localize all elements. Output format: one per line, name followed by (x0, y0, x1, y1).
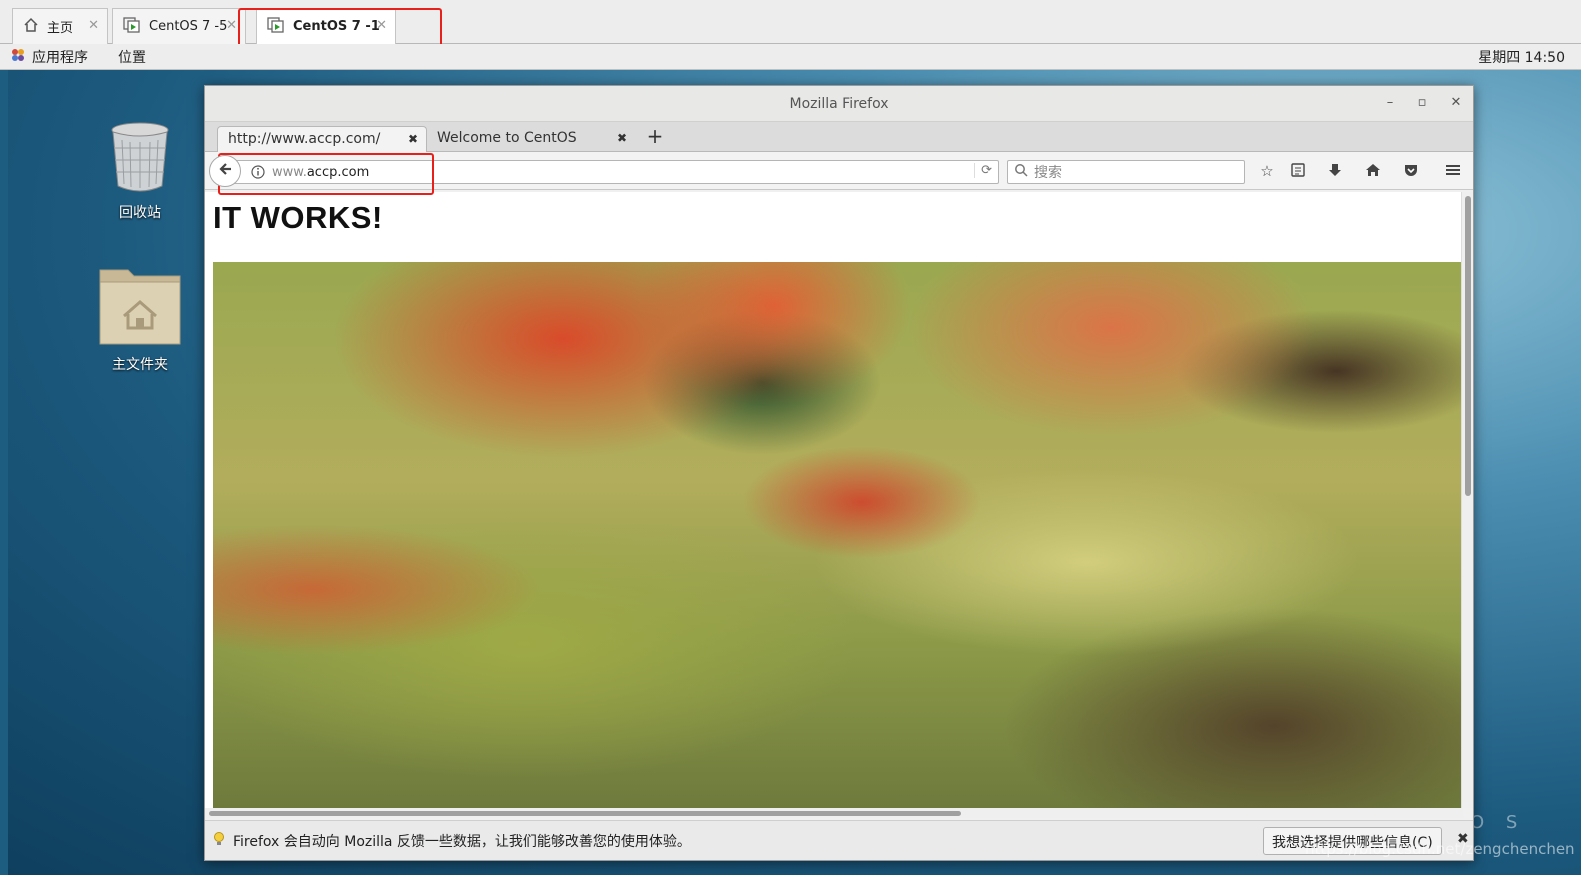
bookmark-star-icon[interactable]: ☆ (1257, 162, 1277, 182)
gnome-top-bar: 应用程序 位置 星期四 14:50 (0, 44, 1581, 70)
vm-tab-label: CentOS 7 -5 (149, 19, 228, 34)
vm-running-icon (123, 16, 141, 37)
vm-tab-bar: 主页 ✕ CentOS 7 -5 ✕ CentOS 7 -1 ✕ (0, 0, 1581, 44)
applications-menu[interactable]: 应用程序 (32, 47, 88, 67)
page-content: IT WORKS! (205, 192, 1463, 808)
url-prefix: www. (272, 164, 307, 180)
minimize-icon[interactable]: – (1381, 95, 1399, 113)
desktop-icon-label: 回收站 (119, 205, 161, 221)
desktop-icon-trash[interactable]: 回收站 (90, 120, 190, 222)
horizontal-scrollbar[interactable] (205, 808, 1463, 818)
lightbulb-icon (213, 831, 225, 851)
close-icon[interactable]: ✖ (408, 132, 418, 146)
back-arrow-icon (218, 162, 232, 180)
search-icon (1014, 163, 1028, 181)
vm-running-icon (267, 16, 285, 37)
watermark: https://blog.csdn.net/zengchenchen (1305, 840, 1575, 858)
hamburger-menu-icon[interactable] (1443, 162, 1463, 182)
vertical-scrollbar[interactable] (1461, 192, 1473, 808)
close-icon[interactable]: ✕ (376, 18, 387, 33)
browser-tab-accp[interactable]: http://www.accp.com/ ✖ (217, 126, 427, 153)
desktop-brand: O S (1470, 812, 1526, 833)
site-info-icon[interactable] (250, 164, 266, 184)
desktop-icon-home-folder[interactable]: 主文件夹 (90, 264, 190, 374)
desktop-icon-label: 主文件夹 (112, 357, 168, 373)
url-bar[interactable]: www.accp.com ⟳ (219, 160, 999, 184)
firefox-window: Mozilla Firefox – ▫ ✕ http://www.accp.co… (204, 85, 1474, 861)
vm-tab-label: 主页 (47, 21, 74, 36)
browser-tab-strip: http://www.accp.com/ ✖ Welcome to CentOS… (205, 122, 1473, 153)
vm-tab-centos-5[interactable]: CentOS 7 -5 ✕ (112, 8, 246, 44)
downloads-icon[interactable] (1325, 162, 1345, 182)
close-icon[interactable]: ✖ (617, 131, 627, 145)
window-title: Mozilla Firefox (789, 95, 889, 112)
search-input[interactable]: 搜索 (1007, 160, 1245, 184)
page-heading: IT WORKS! (213, 200, 383, 235)
vm-tab-label: CentOS 7 -1 (293, 19, 380, 34)
window-titlebar[interactable]: Mozilla Firefox – ▫ ✕ (205, 86, 1473, 122)
trash-icon (108, 122, 172, 198)
pocket-icon[interactable] (1401, 162, 1421, 182)
home-folder-icon (98, 269, 182, 350)
clock[interactable]: 星期四 14:50 (1478, 47, 1565, 67)
back-button[interactable] (209, 155, 241, 187)
tab-label: Welcome to CentOS (437, 130, 577, 146)
tab-label: http://www.accp.com/ (228, 131, 381, 147)
close-icon[interactable]: ✕ (88, 18, 99, 33)
vm-tab-centos-1[interactable]: CentOS 7 -1 ✕ (256, 8, 396, 44)
places-menu[interactable]: 位置 (118, 47, 146, 67)
autumn-maple-photo (213, 262, 1461, 808)
scrollbar-thumb[interactable] (209, 811, 961, 816)
browser-tab-centos[interactable]: Welcome to CentOS ✖ (427, 126, 635, 153)
notification-text: Firefox 会自动向 Mozilla 反馈一些数据，让我们能够改善您的使用体… (233, 833, 691, 850)
maximize-icon[interactable]: ▫ (1413, 95, 1431, 113)
gnome-apps-icon (10, 47, 26, 67)
vm-tab-home[interactable]: 主页 ✕ (12, 8, 108, 44)
new-tab-icon[interactable]: + (643, 124, 667, 148)
close-icon[interactable]: ✕ (1447, 95, 1465, 113)
notification-bar: Firefox 会自动向 Mozilla 反馈一些数据，让我们能够改善您的使用体… (205, 820, 1473, 860)
url-domain: accp.com (306, 164, 370, 180)
reload-icon[interactable]: ⟳ (974, 163, 992, 178)
scrollbar-thumb[interactable] (1465, 196, 1471, 496)
url-text: www.accp.com (272, 165, 369, 180)
reading-list-icon[interactable] (1288, 162, 1308, 182)
home-icon (23, 17, 39, 37)
search-placeholder: 搜索 (1034, 165, 1062, 181)
home-icon[interactable] (1363, 162, 1383, 182)
close-icon[interactable]: ✕ (226, 18, 237, 33)
navigation-toolbar: www.accp.com ⟳ 搜索 ☆ (205, 152, 1473, 190)
